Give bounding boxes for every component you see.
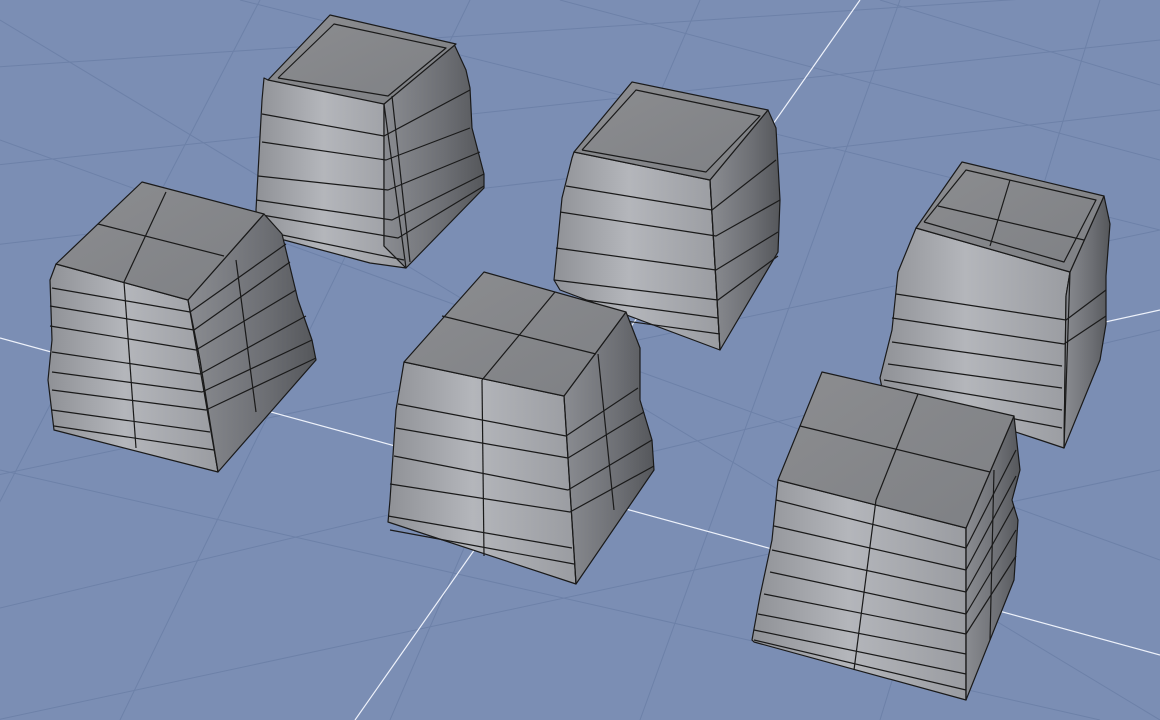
viewport-canvas[interactable]	[0, 0, 1160, 720]
3d-viewport[interactable]	[0, 0, 1160, 720]
